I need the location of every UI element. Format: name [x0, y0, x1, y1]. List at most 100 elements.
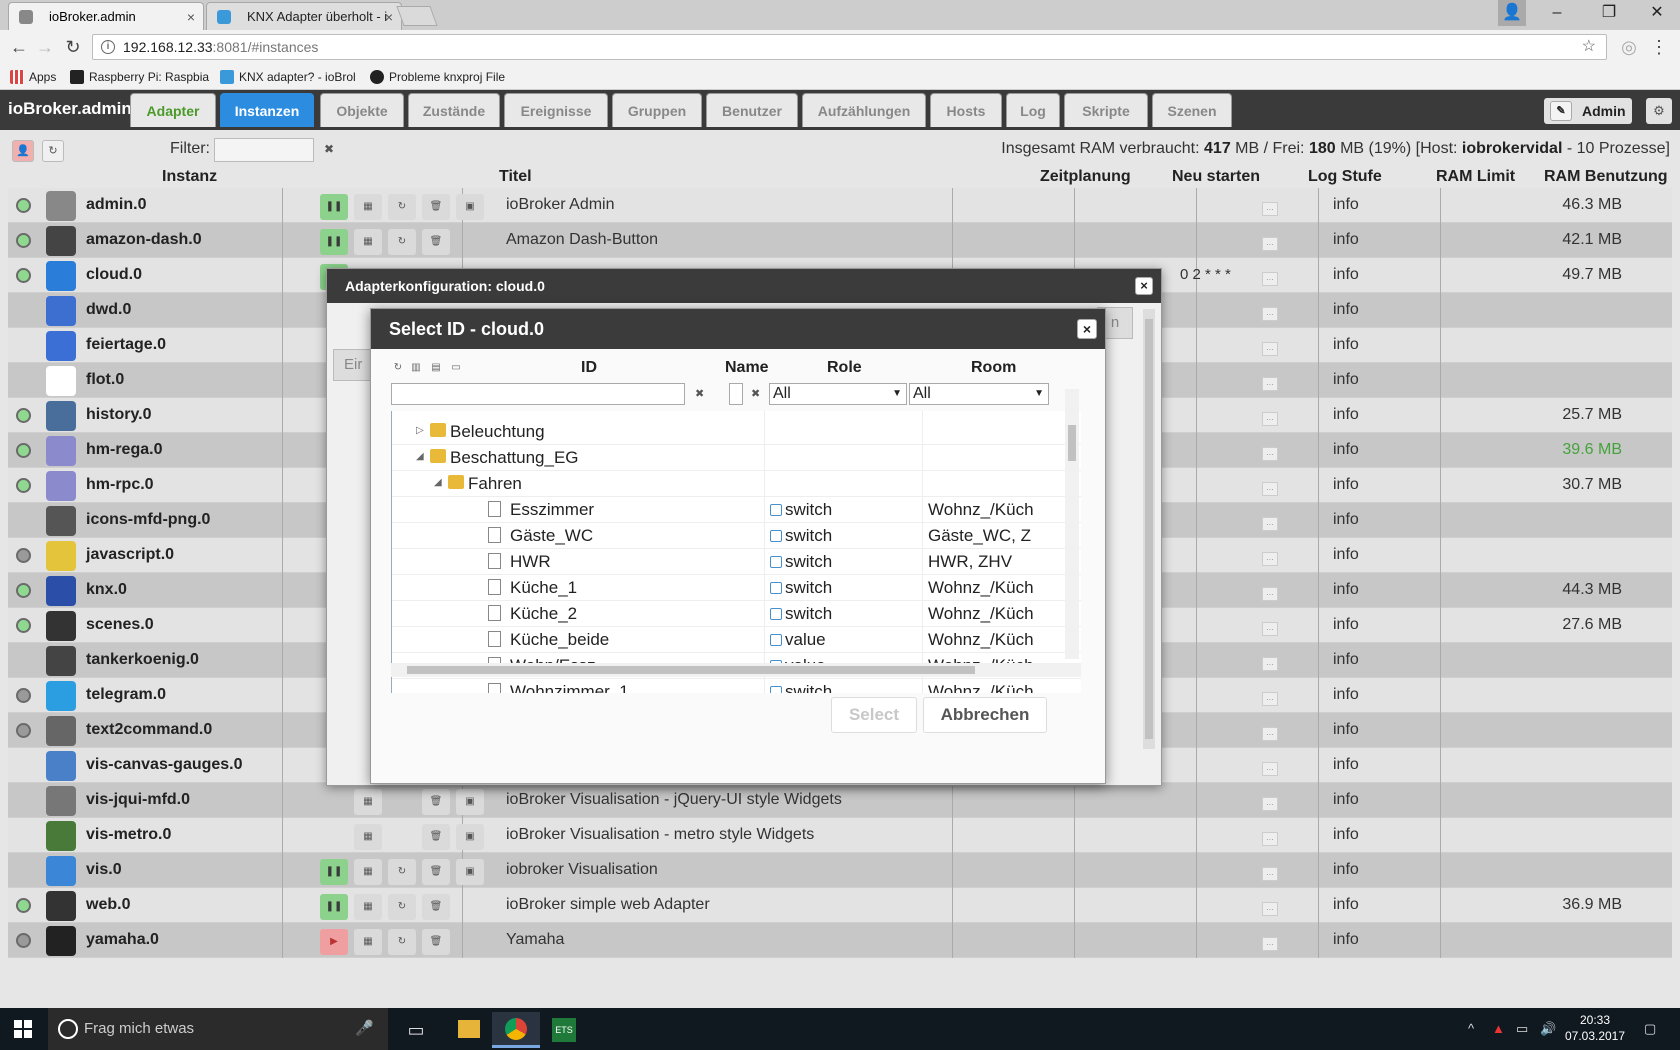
scrollbar-thumb[interactable]	[1068, 425, 1076, 461]
log-level[interactable]: info	[1333, 406, 1359, 424]
settings-button[interactable]: ▦	[354, 824, 382, 850]
tab-enums[interactable]: Aufzählungen	[802, 93, 926, 127]
delete-button[interactable]: 🗑	[422, 789, 450, 815]
settings-button[interactable]: ▦	[354, 894, 382, 920]
restart-schedule-button[interactable]: …	[1262, 377, 1278, 391]
tree-state-row[interactable]: Küche_beide value Wohnz_/Küch	[392, 627, 1081, 653]
log-level[interactable]: info	[1333, 756, 1359, 774]
tab-hosts[interactable]: Hosts	[930, 93, 1002, 127]
tray-chevron-icon[interactable]: ^	[1468, 1008, 1474, 1050]
log-level[interactable]: info	[1333, 686, 1359, 704]
restart-schedule-button[interactable]: …	[1262, 692, 1278, 706]
expanded-toggle-icon[interactable]: ◢	[416, 451, 424, 462]
tab-states[interactable]: Zustände	[408, 93, 500, 127]
antivirus-icon[interactable]: ▲	[1492, 1008, 1505, 1050]
tab-users[interactable]: Benutzer	[706, 93, 798, 127]
new-tab-button[interactable]	[396, 6, 438, 26]
restart-schedule-button[interactable]: …	[1262, 552, 1278, 566]
log-level[interactable]: info	[1333, 616, 1359, 634]
delete-button[interactable]: 🗑	[422, 229, 450, 255]
tree-folder-row[interactable]: ▷ Beleuchtung	[392, 419, 1081, 445]
reload-button[interactable]: ↻	[388, 929, 416, 955]
bookmark-raspberry[interactable]: Raspberry Pi: Raspbia	[70, 64, 210, 90]
restart-schedule-button[interactable]: …	[1262, 237, 1278, 251]
close-icon[interactable]: ×	[385, 3, 393, 30]
task-view-icon[interactable]: ▭	[392, 1012, 440, 1048]
pause-button[interactable]: ❚❚	[320, 194, 348, 220]
list-view-icon[interactable]: ▥	[409, 361, 423, 375]
tree-state-row[interactable]: Esszimmer switch Wohnz_/Küch	[392, 497, 1081, 523]
tab-events[interactable]: Ereignisse	[504, 93, 608, 127]
profile-icon[interactable]: 👤	[1498, 0, 1526, 26]
close-icon[interactable]: ×	[187, 3, 195, 30]
room-filter-select[interactable]: All ▼	[909, 383, 1049, 405]
log-level[interactable]: info	[1333, 441, 1359, 459]
refresh-icon[interactable]: ↻	[391, 361, 405, 375]
log-level[interactable]: info	[1333, 266, 1359, 284]
log-level[interactable]: info	[1333, 371, 1359, 389]
log-level[interactable]: info	[1333, 476, 1359, 494]
settings-gear-icon[interactable]: ⚙	[1646, 98, 1672, 124]
settings-button[interactable]: ▦	[354, 929, 382, 955]
tree-state-row[interactable]: HWR switch HWR, ZHV	[392, 549, 1081, 575]
reload-button[interactable]: ↻	[388, 859, 416, 885]
web-link-button[interactable]: ▣	[456, 824, 484, 850]
pause-button[interactable]: ❚❚	[320, 894, 348, 920]
clear-filter-icon[interactable]: ✖	[324, 142, 334, 156]
restart-schedule-button[interactable]: …	[1262, 762, 1278, 776]
delete-button[interactable]: 🗑	[422, 859, 450, 885]
log-level[interactable]: info	[1333, 196, 1359, 214]
web-link-button[interactable]: ▣	[456, 789, 484, 815]
forward-icon[interactable]: →	[34, 36, 56, 58]
ets-taskbar-icon[interactable]: ETS	[540, 1012, 588, 1048]
restart-schedule-button[interactable]: …	[1262, 447, 1278, 461]
restart-schedule-button[interactable]: …	[1262, 797, 1278, 811]
close-icon[interactable]: ×	[1077, 319, 1097, 339]
minimize-button[interactable]: –	[1534, 0, 1580, 26]
taskbar-clock[interactable]: 20:33 07.03.2017	[1560, 1012, 1630, 1044]
settings-button[interactable]: ▦	[354, 194, 382, 220]
tab-log[interactable]: Log	[1006, 93, 1060, 127]
settings-button[interactable]: ▦	[354, 229, 382, 255]
restart-schedule-button[interactable]: …	[1262, 937, 1278, 951]
folder-expand-icon[interactable]: ▭	[449, 361, 463, 375]
delete-button[interactable]: 🗑	[422, 194, 450, 220]
restart-schedule-button[interactable]: …	[1262, 867, 1278, 881]
tree-folder-row[interactable]: ◢ Fahren	[392, 471, 1081, 497]
log-level[interactable]: info	[1333, 231, 1359, 249]
tree-state-row[interactable]: Wohnzimmer_1 switch Wohnz_/Küch	[392, 679, 1081, 693]
clear-name-filter-icon[interactable]: ✖	[751, 387, 760, 400]
browser-tab-forum[interactable]: KNX Adapter überholt - i ×	[206, 2, 402, 30]
restart-schedule-button[interactable]: …	[1262, 482, 1278, 496]
log-level[interactable]: info	[1333, 791, 1359, 809]
network-icon[interactable]: ▭	[1516, 1008, 1528, 1050]
settings-button[interactable]: ▦	[354, 859, 382, 885]
restart-schedule-button[interactable]: …	[1262, 202, 1278, 216]
log-level[interactable]: info	[1333, 721, 1359, 739]
tree-state-row[interactable]: Küche_1 switch Wohnz_/Küch	[392, 575, 1081, 601]
expert-mode-icon[interactable]: 👤	[12, 140, 34, 162]
log-level[interactable]: info	[1333, 861, 1359, 879]
volume-icon[interactable]: 🔊	[1540, 1008, 1556, 1050]
filter-input[interactable]	[214, 138, 314, 162]
star-icon[interactable]: ☆	[1582, 35, 1596, 59]
pause-button[interactable]: ❚❚	[320, 229, 348, 255]
restart-schedule-button[interactable]: …	[1262, 342, 1278, 356]
refresh-icon[interactable]: ↻	[42, 140, 64, 162]
close-window-button[interactable]: ✕	[1634, 0, 1680, 26]
info-icon[interactable]: i	[101, 40, 115, 54]
role-filter-select[interactable]: All ▼	[769, 383, 907, 405]
pause-button[interactable]: ❚❚	[320, 859, 348, 885]
menu-icon[interactable]: ⋮	[1648, 36, 1670, 58]
windows-start-icon[interactable]	[14, 1020, 32, 1038]
tab-groups[interactable]: Gruppen	[612, 93, 702, 127]
cortana-search-box[interactable]: Frag mich etwas 🎤	[48, 1008, 388, 1050]
reload-button[interactable]: ↻	[388, 229, 416, 255]
restart-schedule-button[interactable]: …	[1262, 412, 1278, 426]
dialog-scrollbar[interactable]	[1143, 309, 1155, 749]
log-level[interactable]: info	[1333, 581, 1359, 599]
start-button[interactable]: ▶	[320, 929, 348, 955]
tab-scenes[interactable]: Szenen	[1152, 93, 1232, 127]
log-level[interactable]: info	[1333, 931, 1359, 949]
browser-tab-iobroker[interactable]: ioBroker.admin ×	[8, 2, 204, 30]
